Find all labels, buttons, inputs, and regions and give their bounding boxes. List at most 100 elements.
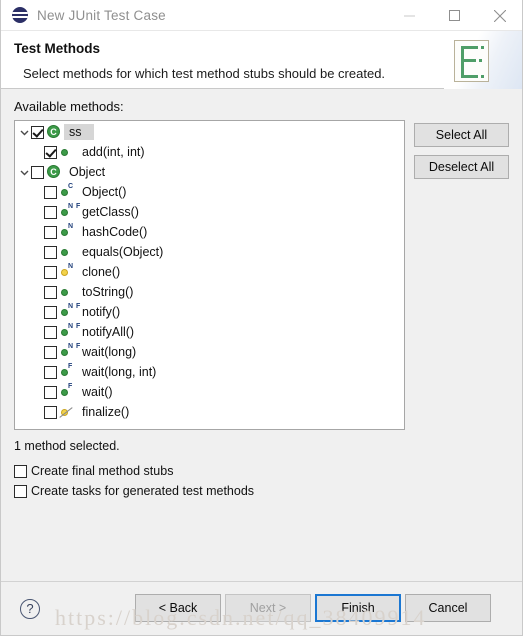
tree-checkbox[interactable] — [44, 305, 57, 319]
tree-checkbox[interactable] — [44, 325, 57, 339]
modifier-badges: N F — [68, 203, 81, 210]
modifier-badges: N F — [68, 303, 81, 310]
selection-status: 1 method selected. — [14, 439, 120, 453]
modifier-badges: F — [68, 383, 73, 390]
tree-row-label: Object — [69, 165, 106, 179]
modifier-badges: N F — [68, 343, 81, 350]
tree-checkbox[interactable] — [44, 345, 57, 359]
tree-checkbox[interactable] — [44, 405, 57, 419]
modifier-badges: N F — [68, 323, 81, 330]
window-controls — [387, 0, 522, 31]
cancel-button[interactable]: Cancel — [405, 594, 491, 622]
help-icon[interactable]: ? — [20, 598, 40, 619]
minimize-button[interactable] — [387, 0, 432, 31]
tree-checkbox[interactable] — [44, 265, 57, 279]
modifier-badges: N — [68, 223, 74, 230]
tree-side-buttons: Select All Deselect All — [414, 120, 509, 179]
wizard-header: Test Methods Select methods for which te… — [1, 31, 522, 89]
tree-checkbox[interactable] — [44, 185, 57, 199]
tree-row-label: toString() — [82, 285, 134, 299]
tree-row[interactable]: toString() — [15, 282, 404, 302]
close-button[interactable] — [477, 0, 522, 31]
tree-row-label: notify() — [82, 305, 121, 319]
tree-row[interactable]: Nclone() — [15, 262, 404, 282]
modifier-badges: N — [68, 263, 74, 270]
tree-row[interactable]: Css — [15, 122, 404, 142]
method-public-icon: N F — [57, 302, 80, 322]
method-deprecated-icon — [57, 402, 77, 422]
tree-row[interactable]: finalize() — [15, 402, 404, 422]
junit-test-list-icon — [454, 40, 489, 82]
method-public-icon: F — [57, 382, 77, 402]
tree-row-label: getClass() — [82, 205, 139, 219]
method-public-icon: N — [57, 222, 77, 242]
tree-row-label: wait(long) — [82, 345, 137, 359]
tree-row-label: finalize() — [82, 405, 130, 419]
tree-row-label: add(int, int) — [82, 145, 145, 159]
tree-row[interactable]: N Fnotify() — [15, 302, 404, 322]
create-tasks-label: Create tasks for generated test methods — [31, 484, 255, 498]
new-junit-test-case-dialog: New JUnit Test Case Test Methods Select … — [0, 0, 523, 636]
method-public-icon — [57, 242, 77, 262]
tree-row-label: ss — [64, 124, 94, 140]
junit-icon — [12, 7, 28, 23]
finish-button[interactable]: Finish — [315, 594, 401, 622]
tree-row[interactable]: C Object — [15, 162, 404, 182]
chevron-down-icon[interactable] — [18, 122, 31, 142]
chevron-down-icon[interactable] — [18, 162, 31, 182]
modifier-badges: C — [68, 183, 74, 190]
tree-checkbox[interactable] — [31, 165, 44, 179]
method-protected-icon: N — [57, 262, 77, 282]
checkbox-box — [14, 464, 27, 478]
create-final-method-stubs-label: Create final method stubs — [31, 464, 174, 478]
maximize-button[interactable] — [432, 0, 477, 31]
tree-row[interactable]: N Fwait(long) — [15, 342, 404, 362]
tree-row-label: Object() — [82, 185, 127, 199]
tree-checkbox[interactable] — [44, 365, 57, 379]
tree-row[interactable]: Fwait(long, int) — [15, 362, 404, 382]
tree-checkbox[interactable] — [44, 245, 57, 259]
method-public-icon — [57, 142, 77, 162]
tree-row[interactable]: add(int, int) — [15, 142, 404, 162]
tree-row[interactable]: equals(Object) — [15, 242, 404, 262]
tree-checkbox[interactable] — [44, 205, 57, 219]
tree-checkbox[interactable] — [44, 385, 57, 399]
tree-checkbox[interactable] — [31, 125, 44, 139]
method-public-icon: C — [57, 182, 77, 202]
class-icon: C — [44, 122, 64, 142]
available-methods-label: Available methods: — [14, 99, 124, 114]
wizard-banner — [444, 31, 522, 89]
tree-row[interactable]: C Object() — [15, 182, 404, 202]
method-public-icon: N F — [57, 202, 80, 222]
create-final-method-stubs-checkbox[interactable]: Create final method stubs — [14, 464, 509, 478]
modifier-badges: F — [68, 363, 73, 370]
tree-row-label: notifyAll() — [82, 325, 135, 339]
create-tasks-checkbox[interactable]: Create tasks for generated test methods — [14, 484, 509, 498]
tree-row[interactable]: N FgetClass() — [15, 202, 404, 222]
tree-row[interactable]: NhashCode() — [15, 222, 404, 242]
dialog-body: Available methods: Css add(int, int) C Obje… — [1, 89, 522, 581]
tree-row[interactable]: Fwait() — [15, 382, 404, 402]
checkbox-box — [14, 484, 27, 498]
tree-checkbox[interactable] — [44, 225, 57, 239]
method-public-icon — [57, 282, 77, 302]
footer-bar: ? < Back Next > Finish Cancel — [1, 582, 522, 635]
available-methods-tree[interactable]: Css add(int, int) C Object C Object() N FgetCl… — [14, 120, 405, 430]
window-title: New JUnit Test Case — [37, 7, 166, 23]
back-button[interactable]: < Back — [135, 594, 221, 622]
tree-row-label: equals(Object) — [82, 245, 164, 259]
wizard-buttons: < Back Next > Finish Cancel — [135, 594, 491, 622]
method-public-icon: N F — [57, 322, 80, 342]
class-icon: C — [44, 162, 64, 182]
select-all-button[interactable]: Select All — [414, 123, 509, 147]
tree-checkbox[interactable] — [44, 145, 57, 159]
tree-checkbox[interactable] — [44, 285, 57, 299]
tree-row-label: hashCode() — [82, 225, 148, 239]
title-bar: New JUnit Test Case — [1, 0, 522, 31]
deselect-all-button[interactable]: Deselect All — [414, 155, 509, 179]
tree-row-label: wait(long, int) — [82, 365, 157, 379]
next-button: Next > — [225, 594, 311, 622]
method-public-icon: F — [57, 362, 77, 382]
tree-row[interactable]: N FnotifyAll() — [15, 322, 404, 342]
method-public-icon: N F — [57, 342, 80, 362]
